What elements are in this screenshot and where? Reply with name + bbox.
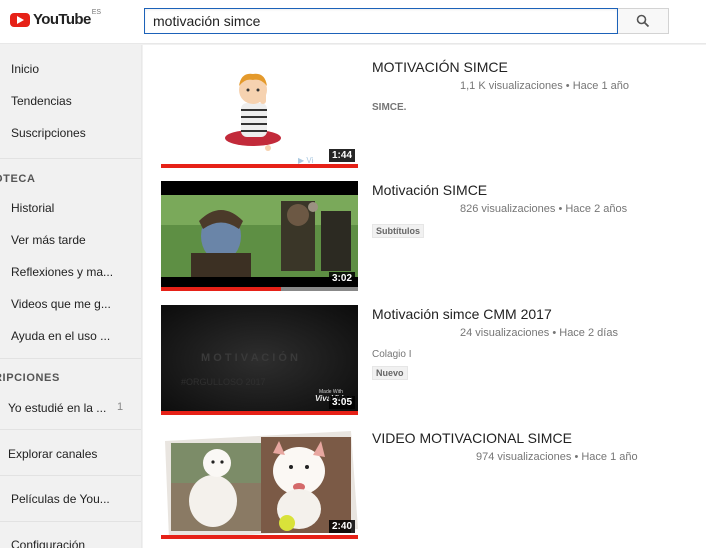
upload-age: Hace 1 año (572, 80, 629, 92)
search-input[interactable] (145, 9, 617, 33)
sidebar-divider (0, 521, 141, 522)
view-count: 826 visualizaciones (460, 203, 556, 215)
new-badge: Nuevo (372, 366, 408, 380)
video-info: MOTIVACIÓN SIMCE 1,1 K visualizaciones •… (372, 58, 702, 113)
video-info: Motivación SIMCE 826 visualizaciones • H… (372, 181, 702, 239)
video-duration: 3:05 (328, 396, 355, 409)
sidebar-item-subscriptions[interactable]: Suscripciones (11, 126, 136, 140)
search-box[interactable] (144, 8, 618, 34)
sidebar-divider (0, 358, 141, 359)
masthead: YouTube ES (0, 0, 706, 44)
sidebar-item-channel[interactable]: Yo estudié en la ... (8, 401, 108, 415)
video-description: SIMCE. (372, 102, 407, 113)
search-button[interactable] (618, 8, 669, 34)
video-title[interactable]: Motivación SIMCE (372, 181, 702, 199)
youtube-logo[interactable]: YouTube ES (10, 9, 102, 28)
sidebar-item-playlist-reflexiones[interactable]: Reflexiones y ma... (11, 265, 136, 279)
video-result[interactable]: ▶ Vi 1:44 MOTIVACIÓN SIMCE 1,1 K visuali… (161, 58, 701, 168)
sidebar-item-liked-videos[interactable]: Videos que me g... (11, 297, 136, 311)
subscriptions-heading[interactable]: RIPCIONES (0, 372, 60, 384)
sidebar-item-playlist-ayuda[interactable]: Ayuda en el uso ... (11, 329, 136, 343)
region-label: ES (91, 9, 102, 16)
sidebar-item-settings[interactable]: Configuración (11, 538, 136, 548)
video-result[interactable]: M O T I V A C I Ó N #ORGULLOSO 2017 Made… (161, 305, 701, 415)
subtitles-badge: Subtítulos (372, 224, 424, 238)
view-count: 24 visualizaciones (460, 327, 550, 339)
sidebar-item-history[interactable]: Historial (11, 201, 136, 215)
video-duration: 1:44 (328, 149, 355, 162)
video-title[interactable]: Motivación simce CMM 2017 (372, 305, 702, 323)
sidebar-item-watch-later[interactable]: Ver más tarde (11, 233, 136, 247)
upload-age: Hace 2 años (565, 203, 628, 215)
play-icon (10, 12, 30, 27)
upload-age: Hace 1 año (581, 451, 638, 463)
sidebar-item-movies[interactable]: Películas de You... (11, 492, 136, 506)
video-duration: 2:40 (328, 520, 355, 533)
video-title[interactable]: MOTIVACIÓN SIMCE (372, 58, 702, 76)
video-meta: 826 visualizaciones • Hace 2 años (460, 203, 628, 215)
upload-age: Hace 2 días (559, 327, 618, 339)
video-meta: 974 visualizaciones • Hace 1 año (476, 451, 638, 463)
sidebar-item-browse-channels[interactable]: Explorar canales (8, 447, 133, 461)
logo-text: YouTube (33, 11, 91, 28)
watch-progress (161, 287, 282, 291)
sidebar-item-trending[interactable]: Tendencias (11, 94, 136, 108)
sidebar-divider (0, 158, 141, 159)
video-thumbnail[interactable]: ▶ Vi 1:44 (161, 58, 358, 168)
video-result[interactable]: 2:40 VIDEO MOTIVACIONAL SIMCE 974 visual… (161, 429, 701, 539)
sidebar-item-home[interactable]: Inicio (11, 62, 136, 76)
video-description: Colagio I (372, 349, 412, 360)
video-thumbnail[interactable]: 2:40 (161, 429, 358, 539)
video-meta: 1,1 K visualizaciones • Hace 1 año (460, 80, 629, 92)
watch-progress (161, 411, 358, 415)
video-meta: 24 visualizaciones • Hace 2 días (460, 327, 618, 339)
video-thumbnail[interactable]: M O T I V A C I Ó N #ORGULLOSO 2017 Made… (161, 305, 358, 415)
sidebar-divider (0, 429, 141, 430)
library-heading[interactable]: OTECA (0, 173, 36, 185)
watch-progress (161, 535, 358, 539)
video-info: Motivación simce CMM 2017 24 visualizaci… (372, 305, 702, 381)
guide-sidebar: Inicio Tendencias Suscripciones OTECA Hi… (0, 45, 142, 548)
search-icon (636, 14, 650, 28)
channel-new-count: 1 (117, 401, 124, 413)
sidebar-divider (0, 475, 141, 476)
video-title[interactable]: VIDEO MOTIVACIONAL SIMCE (372, 429, 702, 447)
view-count: 1,1 K visualizaciones (460, 80, 563, 92)
svg-text:M O T I V A C I Ó N: M O T I V A C I Ó N (201, 351, 298, 364)
svg-text:#ORGULLOSO 2017: #ORGULLOSO 2017 (181, 377, 266, 387)
video-result[interactable]: 3:02 Motivación SIMCE 826 visualizacione… (161, 181, 701, 291)
watch-progress (161, 164, 358, 168)
video-thumbnail[interactable]: 3:02 (161, 181, 358, 291)
view-count: 974 visualizaciones (476, 451, 572, 463)
video-duration: 3:02 (328, 272, 355, 285)
video-info: VIDEO MOTIVACIONAL SIMCE 974 visualizaci… (372, 429, 702, 463)
